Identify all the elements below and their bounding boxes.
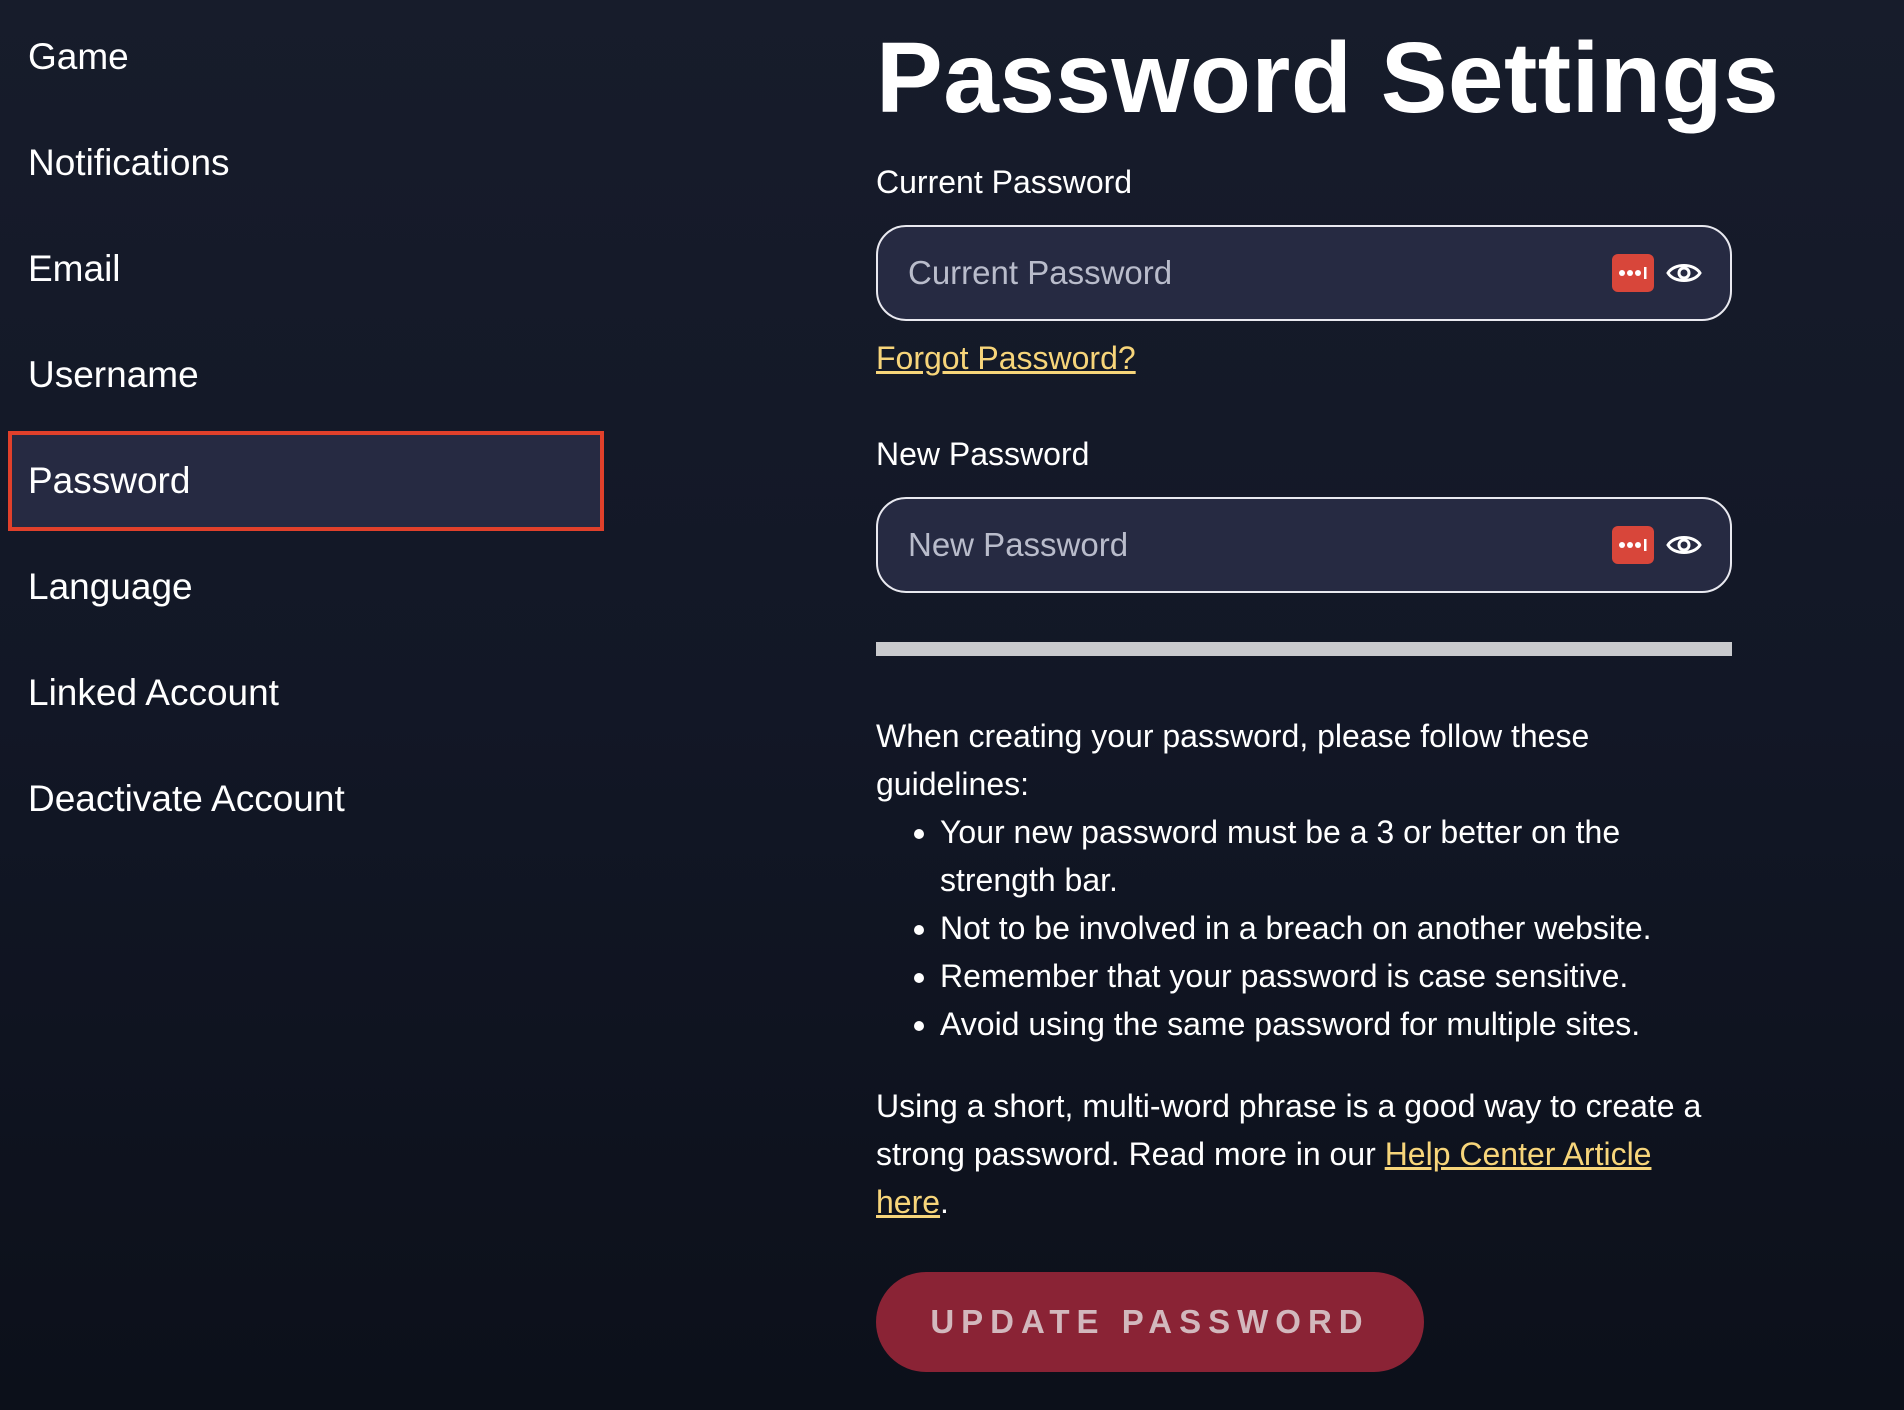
password-tip: Using a short, multi-word phrase is a go… <box>876 1082 1732 1226</box>
current-password-input[interactable] <box>878 226 1612 320</box>
update-password-button[interactable]: UPDATE PASSWORD <box>876 1272 1424 1372</box>
sidebar-item-password[interactable]: Password <box>8 431 604 531</box>
sidebar-item-linked-account[interactable]: Linked Account <box>8 645 604 741</box>
eye-icon[interactable] <box>1664 253 1704 293</box>
current-password-label: Current Password <box>876 164 1133 200</box>
current-password-field <box>876 225 1732 321</box>
sidebar-item-label: Deactivate Account <box>28 778 345 819</box>
sidebar-item-notifications[interactable]: Notifications <box>8 115 604 211</box>
guideline-item: Avoid using the same password for multip… <box>940 1000 1732 1048</box>
password-guidelines: When creating your password, please foll… <box>876 712 1732 1048</box>
sidebar-item-deactivate-account[interactable]: Deactivate Account <box>8 751 604 847</box>
password-manager-icon[interactable] <box>1612 526 1654 564</box>
sidebar-item-label: Username <box>28 354 199 395</box>
new-password-field <box>876 497 1732 593</box>
sidebar-item-label: Notifications <box>28 142 230 183</box>
password-strength-bar <box>876 642 1732 656</box>
new-password-input[interactable] <box>878 498 1612 592</box>
page-title: Password Settings <box>876 22 1780 134</box>
tip-period: . <box>940 1184 949 1220</box>
guideline-item: Remember that your password is case sens… <box>940 952 1732 1000</box>
sidebar-item-label: Language <box>28 566 193 607</box>
sidebar-item-label: Email <box>28 248 121 289</box>
guideline-item: Your new password must be a 3 or better … <box>940 808 1732 904</box>
sidebar-item-language[interactable]: Language <box>8 539 604 635</box>
password-manager-icon[interactable] <box>1612 254 1654 292</box>
forgot-password-link[interactable]: Forgot Password? <box>876 340 1136 377</box>
sidebar-item-label: Game <box>28 36 129 77</box>
guidelines-intro: When creating your password, please foll… <box>876 718 1590 802</box>
settings-sidebar: Game Notifications Email Username Passwo… <box>0 0 620 1410</box>
sidebar-item-username[interactable]: Username <box>8 327 604 423</box>
sidebar-item-email[interactable]: Email <box>8 221 604 317</box>
eye-icon[interactable] <box>1664 525 1704 565</box>
sidebar-item-label: Linked Account <box>28 672 279 713</box>
guideline-item: Not to be involved in a breach on anothe… <box>940 904 1732 952</box>
sidebar-item-game[interactable]: Game <box>8 9 604 105</box>
new-password-label: New Password <box>876 436 1090 472</box>
guidelines-list: Your new password must be a 3 or better … <box>876 808 1732 1048</box>
sidebar-item-label: Password <box>28 460 191 501</box>
